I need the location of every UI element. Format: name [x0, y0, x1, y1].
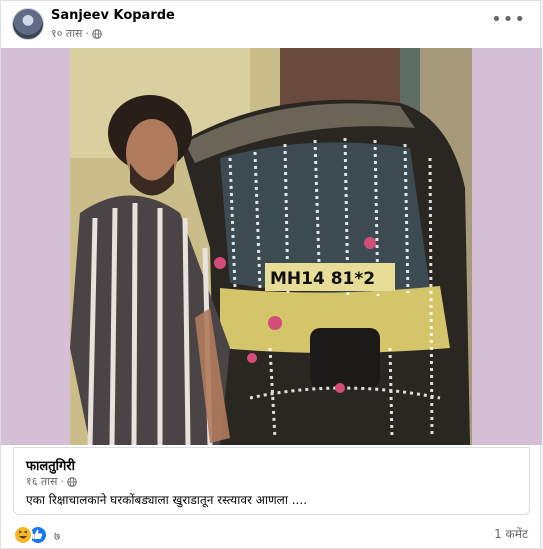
license-plate: MH14 81*2: [270, 269, 375, 289]
haha-reaction-icon: [13, 525, 33, 545]
link-meta: १६ तास ·: [26, 474, 77, 489]
post-card: Sanjeev Koparde १० तास · ••• MH14 81*2 फ…: [0, 0, 542, 549]
photo-container: MH14 81*2: [1, 48, 542, 445]
meta-separator: ·: [60, 475, 65, 488]
more-horizontal-icon[interactable]: •••: [491, 11, 526, 29]
meta-separator: ·: [85, 27, 90, 40]
author-name[interactable]: Sanjeev Koparde: [51, 8, 175, 23]
comment-count[interactable]: 1 कमेंट: [494, 525, 528, 542]
avatar[interactable]: [12, 8, 44, 40]
globe-icon: [92, 28, 102, 39]
post-footer: ७ 1 कमेंट: [1, 517, 540, 549]
photo-illustration: MH14 81*2: [70, 48, 472, 445]
post-header: Sanjeev Koparde १० तास · •••: [1, 1, 540, 47]
post-photo[interactable]: MH14 81*2: [70, 48, 472, 445]
post-meta: १० तास ·: [51, 26, 102, 41]
post-time[interactable]: १० तास: [51, 26, 83, 41]
link-description: एका रिक्षाचालकाने घरकोंबड्याला खुराडातून…: [26, 493, 308, 507]
globe-icon: [67, 476, 77, 487]
link-time: १६ तास: [26, 475, 58, 488]
link-preview[interactable]: फालतुगिरी १६ तास · एका रिक्षाचालकाने घरक…: [13, 447, 530, 515]
link-title[interactable]: फालतुगिरी: [26, 456, 75, 474]
reaction-count[interactable]: ७: [54, 527, 60, 544]
reactions-summary[interactable]: ७: [13, 525, 60, 545]
